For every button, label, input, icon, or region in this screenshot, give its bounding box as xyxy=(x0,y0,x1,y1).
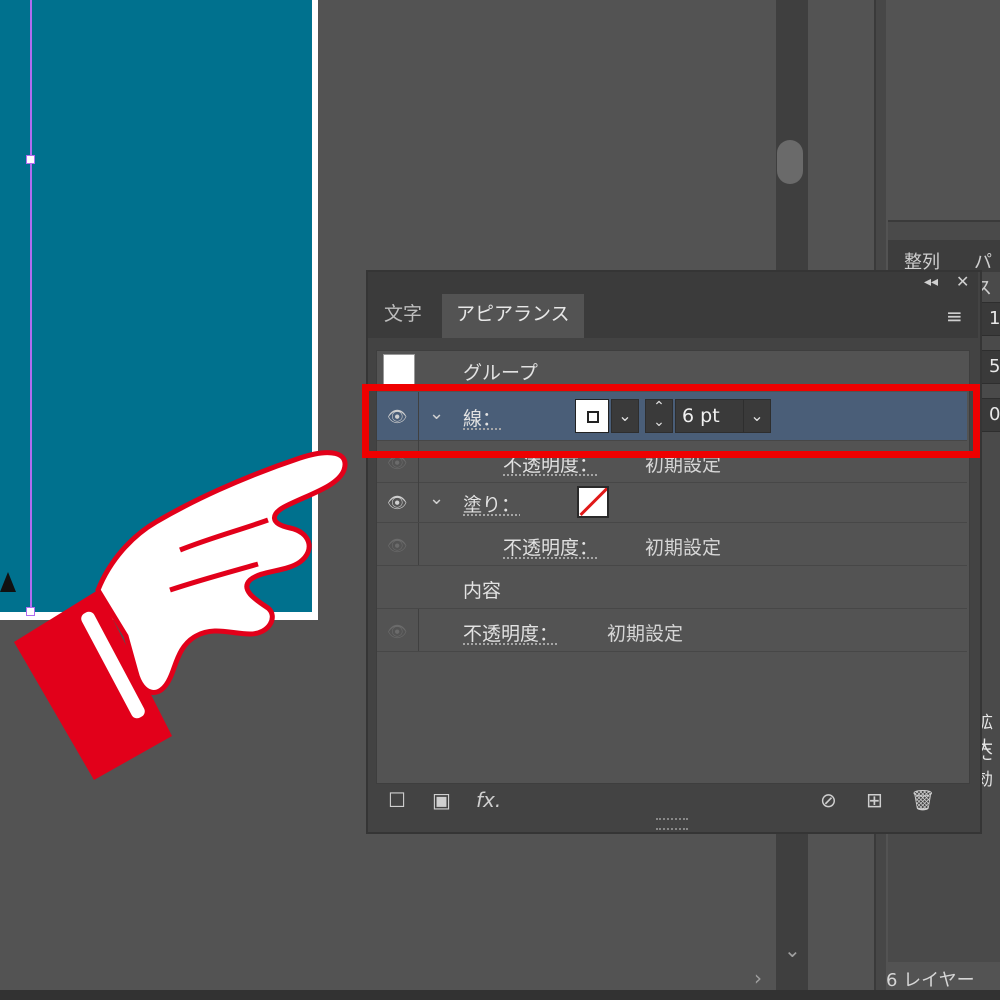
fill-label[interactable]: 塗り： xyxy=(463,490,520,517)
fill-none-swatch[interactable] xyxy=(577,486,609,518)
opacity-row[interactable]: 👁 不透明度： 初期設定 xyxy=(377,609,967,652)
chevron-down-icon[interactable]: ⌄ xyxy=(429,488,444,509)
opacity-value: 初期設定 xyxy=(607,623,684,645)
fx-icon[interactable]: fx. xyxy=(476,788,501,812)
delete-icon[interactable]: 🗑 xyxy=(910,788,935,812)
clear-appearance-icon[interactable]: ⊘ xyxy=(820,788,837,812)
align-field[interactable]: 5 xyxy=(980,350,1000,384)
pointing-hand-icon xyxy=(14,450,348,780)
contents-label: 内容 xyxy=(463,580,502,602)
scroll-down-icon[interactable]: ⌄ xyxy=(784,938,801,962)
appearance-group-row[interactable]: グループ xyxy=(377,350,967,386)
anchor-handle[interactable] xyxy=(26,155,35,164)
contents-row[interactable]: 内容 xyxy=(377,566,967,609)
align-field[interactable]: 0 xyxy=(980,398,1000,432)
add-new-stroke-icon[interactable]: ☐ xyxy=(388,788,406,812)
align-panel-tabs: 整列 パス xyxy=(888,240,1000,299)
eye-icon[interactable]: 👁 xyxy=(387,622,407,641)
layers-count: 6 レイヤー xyxy=(886,970,975,991)
duplicate-item-icon[interactable]: ⊞ xyxy=(866,788,883,812)
scroll-right-icon[interactable]: › xyxy=(754,966,762,990)
collapse-panel-icon[interactable]: ◂◂ xyxy=(924,274,938,290)
add-new-fill-icon[interactable]: ▣ xyxy=(432,788,451,812)
highlight-frame xyxy=(362,384,980,458)
eye-icon[interactable]: 👁 xyxy=(387,493,407,512)
tab-appearance[interactable]: アピアランス xyxy=(442,294,584,338)
fill-opacity-label[interactable]: 不透明度： xyxy=(503,533,598,560)
panel-tabstrip: 文字 アピアランス xyxy=(368,294,978,338)
group-label: グループ xyxy=(463,362,538,384)
resize-grip[interactable] xyxy=(656,818,688,830)
status-bar xyxy=(0,990,1000,1000)
fill-opacity-value: 初期設定 xyxy=(645,537,722,559)
tab-character[interactable]: 文字 xyxy=(370,294,436,338)
panel-titlebar[interactable] xyxy=(368,272,978,294)
scroll-thumb[interactable] xyxy=(777,140,803,184)
fill-opacity-row[interactable]: 👁 不透明度： 初期設定 xyxy=(377,523,967,566)
align-field[interactable]: 1 xyxy=(980,302,1000,336)
panel-menu-icon[interactable]: ≡ xyxy=(946,304,963,328)
fill-row[interactable]: 👁 ⌄ 塗り： xyxy=(377,480,967,523)
eye-icon[interactable]: 👁 xyxy=(387,536,407,555)
close-icon[interactable]: ✕ xyxy=(956,272,969,291)
group-thumbnail xyxy=(383,354,415,386)
opacity-label[interactable]: 不透明度： xyxy=(463,619,558,646)
